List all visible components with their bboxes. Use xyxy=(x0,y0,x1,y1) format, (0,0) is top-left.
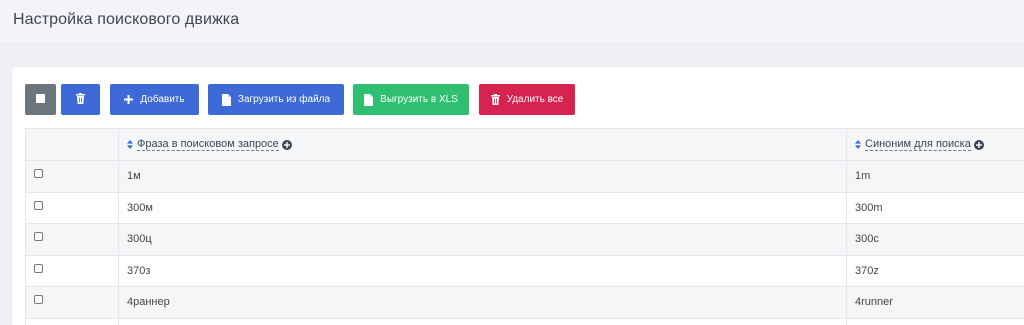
phrase-cell: 4раннер xyxy=(119,287,847,318)
table-row: 370з 370z xyxy=(25,255,1024,287)
file-icon xyxy=(221,93,231,106)
row-checkbox[interactable] xyxy=(34,169,43,178)
synonym-cell: 300c xyxy=(855,233,879,246)
phrase-cell: 370з xyxy=(119,255,847,286)
info-circle-icon[interactable] xyxy=(973,139,984,150)
export-xls-button[interactable]: Выгрузить в XLS xyxy=(353,84,469,115)
delete-all-label: Удалить все xyxy=(506,94,564,105)
row-checkbox-cell xyxy=(25,192,119,223)
column-label[interactable]: Фраза в поисковом запросе xyxy=(137,138,279,151)
row-checkbox-cell xyxy=(25,318,119,325)
upload-file-label: Загрузить из файла xyxy=(237,94,331,105)
add-button[interactable]: Добавить xyxy=(110,84,199,115)
row-checkbox[interactable] xyxy=(34,295,43,304)
table-row: 4раннер 4runner xyxy=(25,287,1024,319)
delete-selected-button[interactable] xyxy=(61,84,100,115)
column-label[interactable]: Синоним для поиска xyxy=(865,138,971,151)
plus-icon xyxy=(124,95,134,104)
phrase-cell xyxy=(119,318,847,325)
header-checkbox-cell xyxy=(25,129,119,160)
square-icon xyxy=(36,93,45,106)
row-checkbox-cell xyxy=(25,255,119,286)
file-icon xyxy=(364,93,374,106)
row-checkbox[interactable] xyxy=(34,232,43,241)
trash-icon xyxy=(490,94,500,105)
info-circle-icon[interactable] xyxy=(281,139,292,150)
table-row-partial xyxy=(25,318,1024,325)
sort-icon[interactable] xyxy=(855,140,861,149)
phrase-cell: 1м xyxy=(119,161,847,192)
page-title: Настройка поискового движка xyxy=(13,11,240,28)
row-checkbox[interactable] xyxy=(34,200,43,210)
select-all-button[interactable] xyxy=(25,84,56,115)
delete-all-button[interactable]: Удалить все xyxy=(479,84,575,115)
row-checkbox-cell xyxy=(25,161,119,192)
table-row: 1м 1m xyxy=(25,161,1024,193)
column-header-phrase[interactable]: Фраза в поисковом запросе xyxy=(119,129,847,160)
export-xls-label: Выгрузить в XLS xyxy=(380,94,458,105)
table-header-row: Фраза в поисковом запросе Синоним для по… xyxy=(25,129,1024,161)
row-checkbox-cell xyxy=(25,224,119,255)
sort-icon[interactable] xyxy=(127,140,133,149)
synonym-cell: 300m xyxy=(855,201,883,214)
row-checkbox-cell xyxy=(25,287,119,318)
row-checkbox[interactable] xyxy=(34,263,43,273)
table-row: 300ц 300c xyxy=(25,224,1024,256)
column-header-synonym[interactable]: Синоним для поиска xyxy=(847,129,1024,160)
phrase-cell: 300ц xyxy=(119,224,847,255)
synonym-cell: 4runner xyxy=(855,296,893,309)
synonym-cell: 1m xyxy=(855,170,871,183)
trash-icon xyxy=(76,92,85,107)
page-header: Настройка поискового движка xyxy=(0,0,1024,44)
table-row: 300м 300m xyxy=(25,192,1024,224)
add-button-label: Добавить xyxy=(140,94,185,105)
upload-file-button[interactable]: Загрузить из файла xyxy=(208,84,344,115)
synonym-cell: 370z xyxy=(855,264,879,277)
synonyms-table: Фраза в поисковом запросе Синоним для по… xyxy=(25,128,1024,325)
phrase-cell: 300м xyxy=(119,192,847,223)
